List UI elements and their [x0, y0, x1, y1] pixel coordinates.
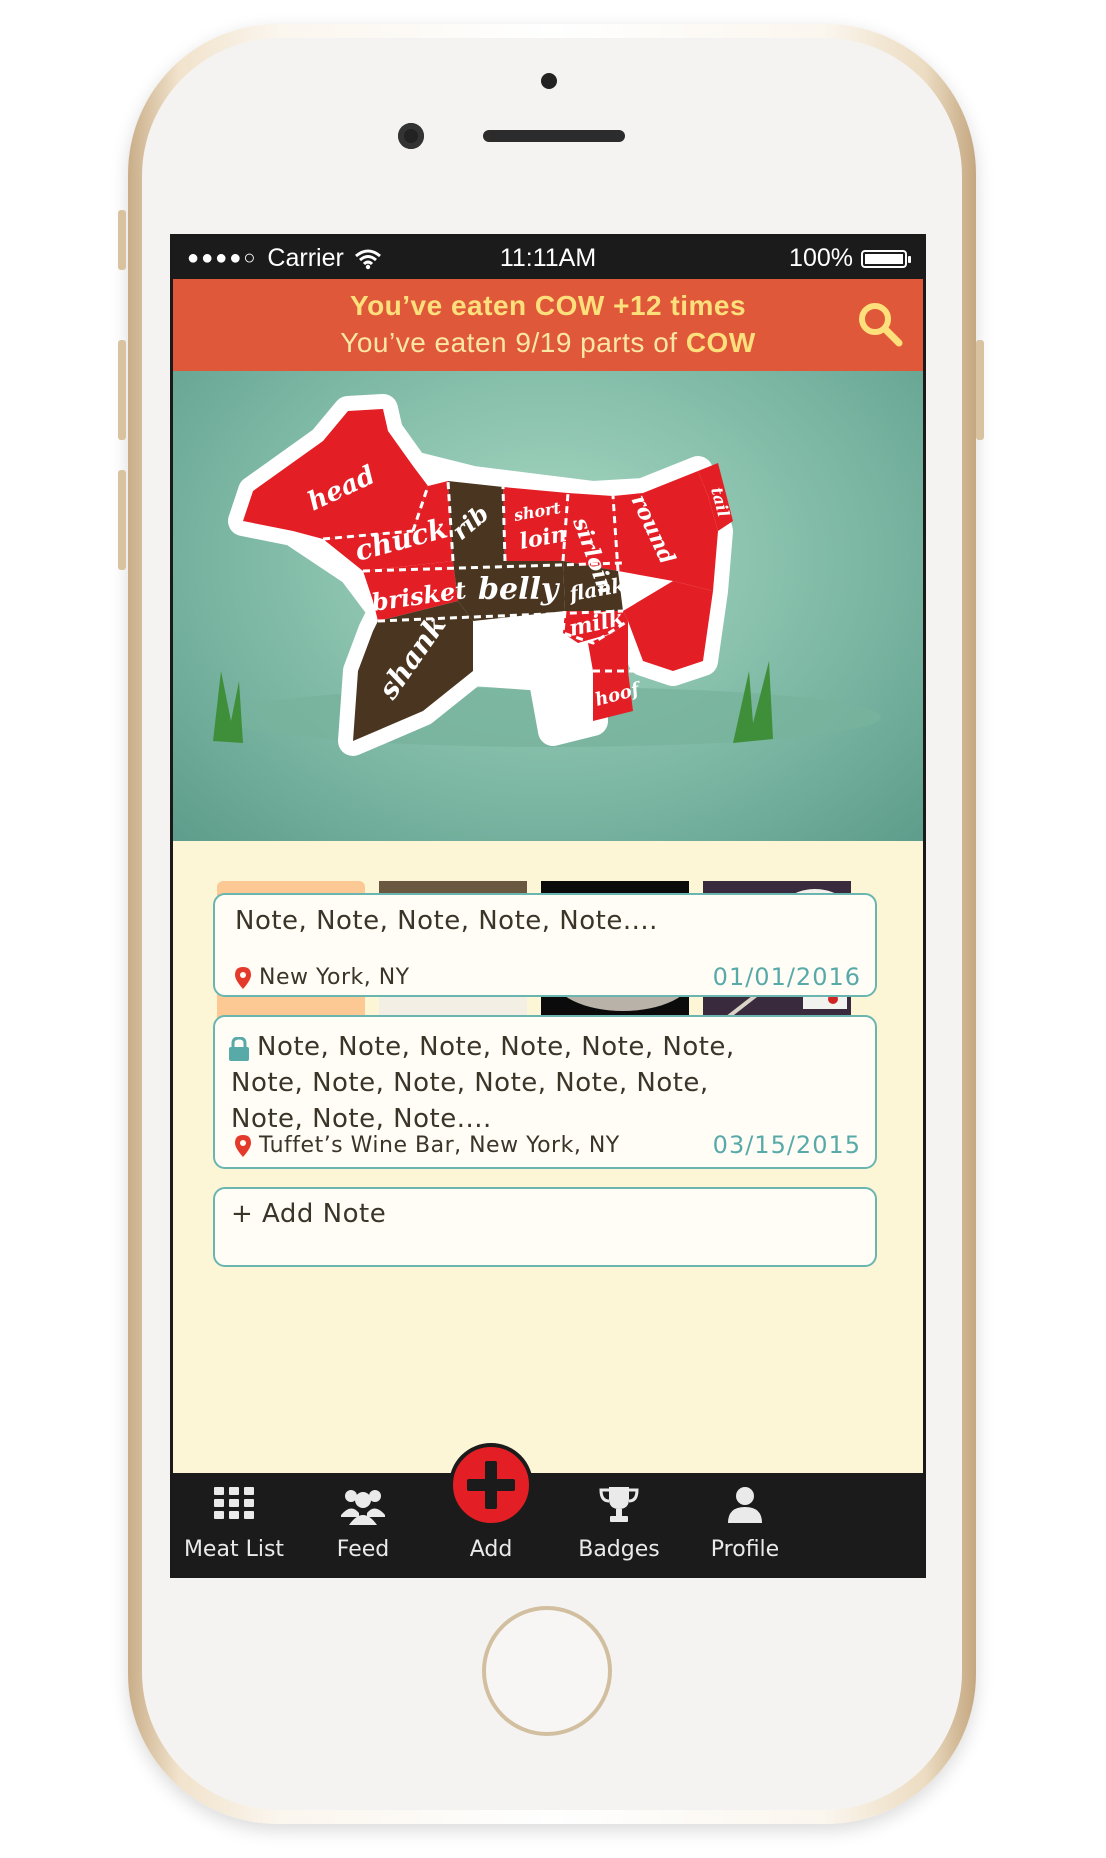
eaten-count-text: You’ve eaten COW +12 times	[349, 290, 747, 321]
app-screen: ●●●●○ Carrier 11:11AM 100% You’ve eaten …	[170, 234, 926, 1578]
grid-icon	[214, 1487, 254, 1519]
note-card-private[interactable]: Note, Note, Note, Note, Note, Note, Note,…	[213, 1015, 877, 1169]
note-text-line: Note, Note, Note, Note, Note, Note,	[231, 1068, 709, 1098]
note-date: 03/15/2015	[712, 1131, 861, 1159]
home-button[interactable]	[482, 1606, 612, 1736]
add-note-label: + Add Note	[231, 1199, 387, 1229]
parts-eaten-text: You’ve eaten 9/19 parts of COW	[173, 327, 923, 359]
people-icon	[341, 1490, 385, 1525]
battery-icon	[861, 249, 911, 268]
front-camera	[398, 123, 424, 149]
animal-name: COW	[685, 327, 756, 358]
location-pin-icon	[235, 966, 251, 989]
note-text: Note, Note, Note, Note, Note, Note, Note,…	[229, 1029, 861, 1137]
add-button[interactable]	[449, 1443, 533, 1527]
mute-switch	[118, 210, 126, 270]
note-location-text: New York, NY	[259, 965, 410, 990]
tab-bar: Meat List Feed Add Badges Profile	[173, 1443, 923, 1575]
battery-percentage: 100%	[789, 244, 853, 272]
eaten-summary-banner: You’ve eaten COW +12 times You’ve eaten …	[173, 279, 923, 371]
note-text-line: Note, Note, Note, Note, Note, Note,	[229, 1029, 861, 1065]
cow-diagram-panel: head chuck rib short loin sirloin round …	[173, 371, 923, 841]
tab-label: Profile	[710, 1537, 780, 1562]
tab-profile[interactable]: Profile	[670, 1473, 820, 1575]
location-pin-icon	[235, 1134, 251, 1157]
note-location-text: Tuffet’s Wine Bar, New York, NY	[259, 1133, 620, 1158]
note-text: Note, Note, Note, Note, Note....	[235, 906, 658, 936]
note-date: 01/01/2016	[712, 963, 861, 991]
note-card[interactable]: Note, Note, Note, Note, Note.... New York…	[213, 893, 877, 997]
person-icon	[728, 1487, 762, 1523]
note-location: Tuffet’s Wine Bar, New York, NY	[235, 1133, 620, 1158]
earpiece-speaker	[483, 130, 625, 142]
power-button	[976, 340, 984, 440]
lock-icon	[229, 1037, 249, 1061]
trophy-icon	[599, 1487, 639, 1522]
label-belly: belly	[478, 572, 561, 607]
note-location: New York, NY	[235, 965, 410, 990]
volume-up-button	[118, 340, 126, 440]
parts-eaten-prefix: You’ve eaten 9/19 parts of	[340, 327, 686, 358]
plus-icon	[467, 1461, 515, 1509]
volume-down-button	[118, 470, 126, 570]
proximity-sensor	[541, 73, 557, 89]
status-bar: ●●●●○ Carrier 11:11AM 100%	[173, 237, 923, 279]
cow-cuts-diagram: head chuck rib short loin sirloin round …	[213, 394, 881, 756]
add-note-button[interactable]: + Add Note	[213, 1187, 877, 1267]
search-icon[interactable]	[855, 299, 905, 349]
grass-left	[213, 671, 243, 743]
